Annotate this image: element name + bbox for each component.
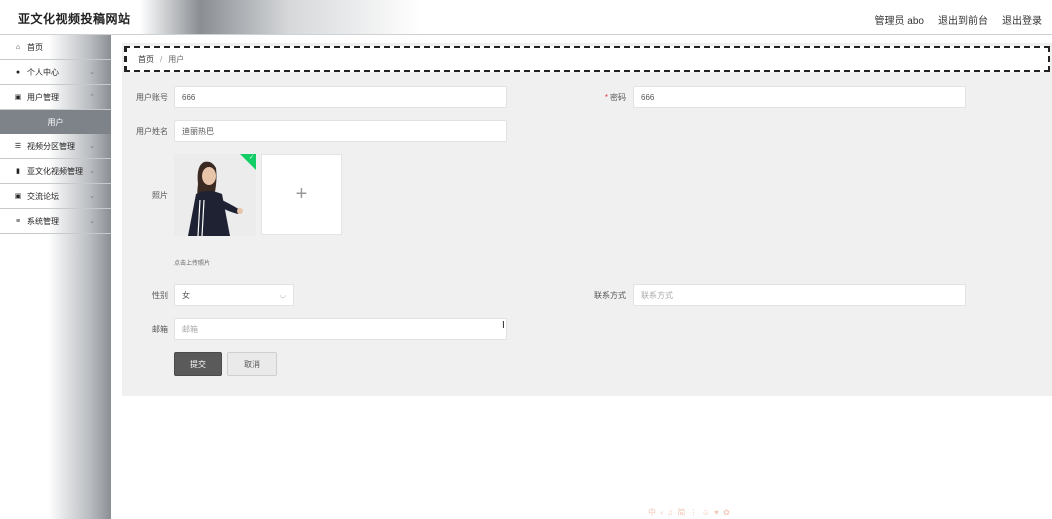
top-header: 亚文化视频投稿网站 管理员 abo 退出到前台 退出登录: [0, 0, 1052, 35]
chevron-up-icon: ⌃: [89, 94, 95, 101]
breadcrumb: 首页 / 用户: [124, 46, 1050, 72]
email-label: 邮箱: [152, 325, 168, 334]
sidebar-item-label: 系统管理: [27, 216, 59, 226]
sidebar-item-profile[interactable]: ● 个人中心 ⌄: [0, 60, 111, 85]
sidebar-item-label: 亚文化视频管理: [27, 166, 83, 176]
uploaded-photo[interactable]: ✓: [174, 154, 256, 236]
admin-user-label: 管理员 abo: [874, 16, 924, 27]
sidebar: ⌂ 首页 ● 个人中心 ⌄ ▣ 用户管理 ⌃ 用户 ☰ 视频分区管理 ⌄ ▮ 亚…: [0, 35, 111, 519]
upload-success-badge: ✓: [240, 154, 256, 170]
breadcrumb-home[interactable]: 首页: [138, 54, 154, 65]
contact-label: 联系方式: [594, 291, 626, 300]
upload-add-button[interactable]: +: [261, 154, 342, 235]
photo-label: 照片: [152, 191, 168, 200]
submit-button[interactable]: 提交: [174, 352, 222, 376]
chevron-down-icon: ⌄: [89, 168, 95, 175]
bar-chart-icon: ▮: [16, 168, 20, 175]
main-content: 首页 / 用户 用户账号 666 * 密码 666 用户姓名 迪丽热巴 照片 ✓ …: [122, 43, 1052, 396]
sidebar-item-video-sections[interactable]: ☰ 视频分区管理 ⌄: [0, 134, 111, 159]
sidebar-item-system[interactable]: ≡ 系统管理 ⌄: [0, 209, 111, 234]
site-title: 亚文化视频投稿网站: [18, 12, 131, 26]
select-arrow-icon: ◡: [279, 292, 286, 299]
gender-select[interactable]: 女 ◡: [174, 284, 294, 306]
sidebar-item-user-management[interactable]: ▣ 用户管理 ⌃: [0, 85, 111, 110]
check-icon: ✓: [248, 155, 254, 161]
gender-value: 女: [182, 290, 190, 300]
sidebar-item-label: 用户管理: [27, 92, 59, 102]
sidebar-item-home[interactable]: ⌂ 首页: [0, 35, 111, 60]
password-label: 密码: [610, 93, 626, 102]
list-icon: ≡: [15, 217, 21, 225]
sidebar-item-label: 个人中心: [27, 67, 59, 77]
password-field[interactable]: 666: [633, 86, 966, 108]
email-field[interactable]: 邮箱: [174, 318, 507, 340]
name-label: 用户姓名: [136, 127, 168, 136]
account-field[interactable]: 666: [174, 86, 507, 108]
sidebar-subitem-users[interactable]: 用户: [0, 110, 111, 134]
clipboard-icon: ▣: [14, 94, 22, 101]
sidebar-item-label: 视频分区管理: [27, 141, 75, 151]
sidebar-item-forum[interactable]: ▣ 交流论坛 ⌄: [0, 184, 111, 209]
user-icon: ●: [15, 68, 21, 76]
required-mark: *: [604, 93, 608, 102]
logout-link[interactable]: 退出登录: [1002, 12, 1042, 27]
upload-tip: 点击上传照片: [174, 261, 211, 267]
cancel-button[interactable]: 取消: [227, 352, 277, 376]
header-actions: 管理员 abo 退出到前台 退出登录: [875, 12, 1042, 27]
text-cursor-icon: I: [502, 320, 505, 331]
chevron-down-icon: ⌄: [89, 69, 95, 76]
sliders-icon: ☰: [14, 143, 22, 150]
sidebar-item-label: 交流论坛: [27, 191, 59, 201]
chevron-down-icon: ⌄: [89, 193, 95, 200]
ime-toolbar-watermark: 中 ⸗ ♫ 简 ⋮ ☺ ♥ ✿: [648, 508, 731, 517]
chevron-down-icon: ⌄: [89, 143, 95, 150]
password-label-wrap: * 密码: [562, 92, 626, 103]
chat-icon: ▣: [14, 193, 22, 200]
gender-label: 性别: [152, 291, 168, 300]
account-label: 用户账号: [136, 93, 168, 102]
to-front-link[interactable]: 退出到前台: [938, 12, 988, 27]
contact-field[interactable]: 联系方式: [633, 284, 966, 306]
home-icon: ⌂: [15, 43, 21, 51]
breadcrumb-separator: /: [160, 54, 163, 64]
breadcrumb-current: 用户: [168, 54, 185, 64]
chevron-down-icon: ⌄: [89, 218, 95, 225]
sidebar-item-label: 首页: [27, 42, 43, 52]
name-field[interactable]: 迪丽热巴: [174, 120, 507, 142]
sidebar-item-video-management[interactable]: ▮ 亚文化视频管理 ⌄: [0, 159, 111, 184]
